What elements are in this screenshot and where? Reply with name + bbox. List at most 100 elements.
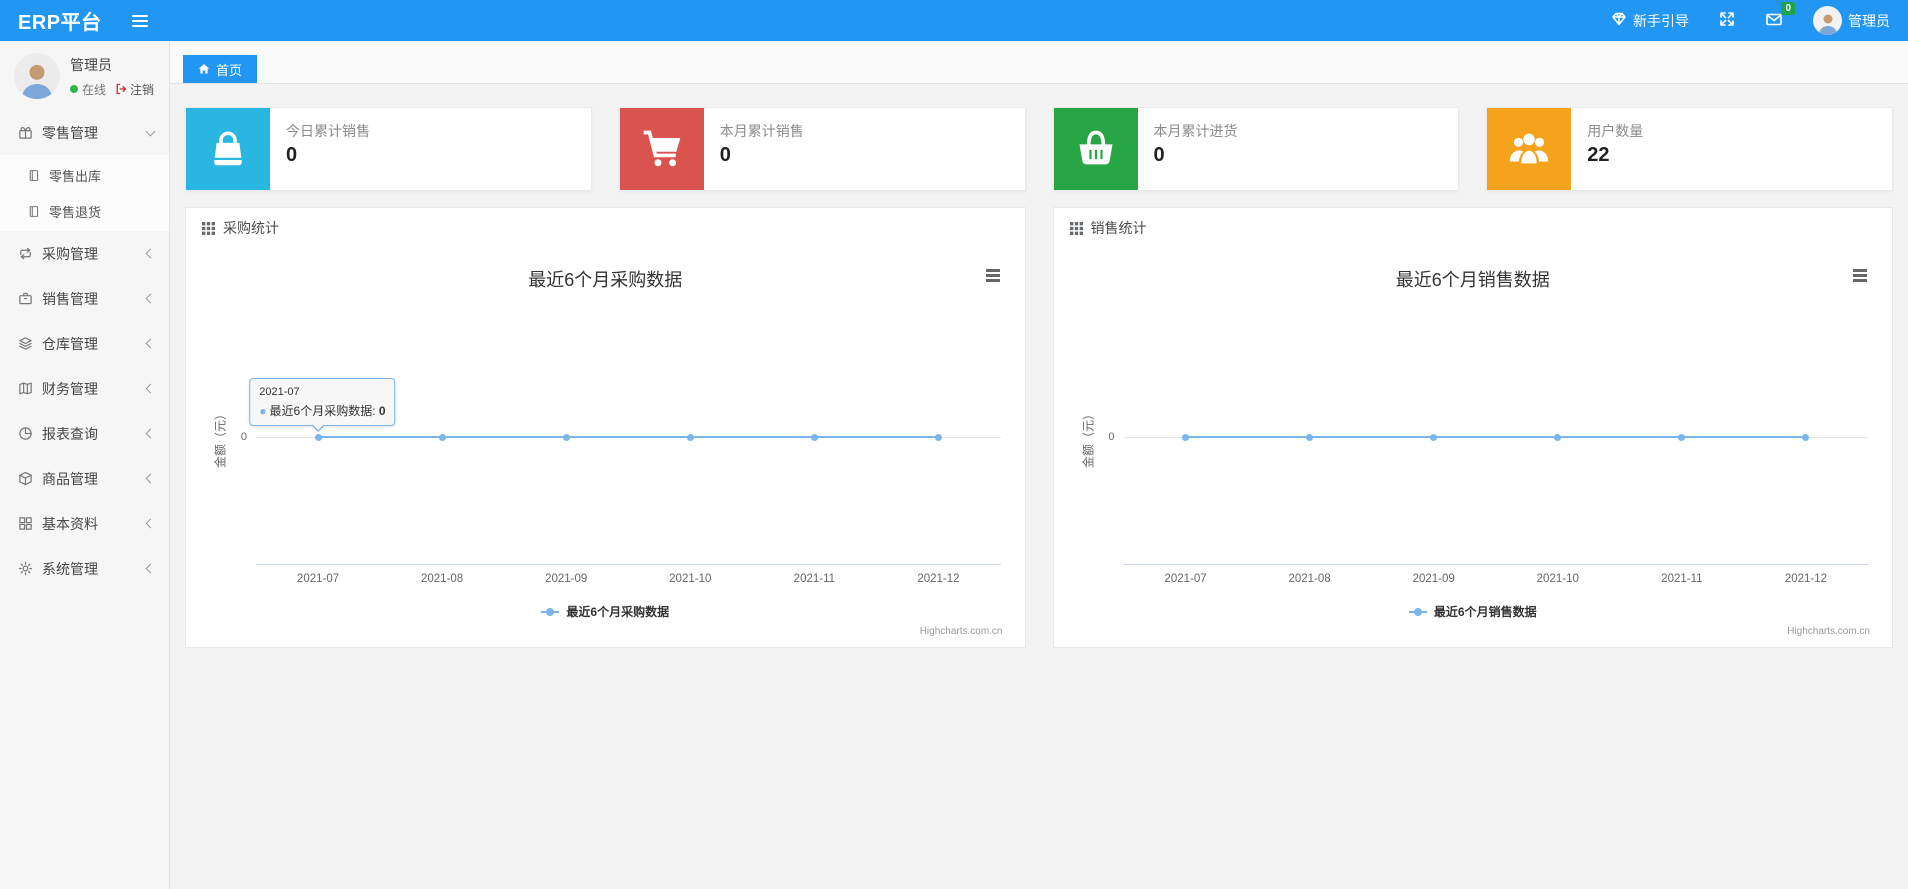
- data-point[interactable]: [810, 433, 818, 441]
- chevron-left-icon: [145, 563, 156, 574]
- x-axis-label: 2021-10: [1536, 573, 1579, 585]
- diamond-icon: [1611, 11, 1627, 30]
- data-point[interactable]: [686, 433, 694, 441]
- chart-menu-button[interactable]: [1850, 266, 1870, 285]
- chevron-left-icon: [145, 518, 156, 529]
- chevron-left-icon: [145, 338, 156, 349]
- message-count-badge: 0: [1781, 2, 1795, 15]
- sidebar-item-basic-data[interactable]: 基本资料: [0, 501, 169, 546]
- y-axis-tick: 0: [1108, 431, 1115, 443]
- sidebar-item-retail[interactable]: 零售管理: [0, 110, 169, 155]
- journal-icon: [29, 169, 39, 181]
- gear-icon: [18, 561, 33, 576]
- plot-area: 0 2021-07 ● 最近6个月采购数据: 0: [241, 310, 1001, 565]
- y-axis-title: 金额（元）: [213, 407, 228, 469]
- y-axis-title: 金额（元）: [1081, 407, 1095, 469]
- panel-title: 销售统计: [1090, 220, 1147, 236]
- sidebar-item-retail-outbound[interactable]: 零售出库: [0, 157, 169, 193]
- th-grid-icon: [1069, 221, 1083, 235]
- messages-button[interactable]: 0: [1765, 2, 1795, 30]
- legend-marker-icon: [541, 607, 560, 616]
- ledger-icon: [19, 382, 32, 395]
- chart-menu-button[interactable]: [983, 266, 1003, 285]
- chevron-left-icon: [145, 428, 156, 439]
- shopping-basket-icon: [1079, 130, 1112, 165]
- repeat-icon: [20, 247, 31, 260]
- sidebar-item-purchase[interactable]: 采购管理: [0, 231, 169, 276]
- tab-strip: 首页: [170, 41, 1908, 84]
- user-avatar: [1813, 6, 1842, 35]
- x-axis-label: 2021-09: [1412, 573, 1455, 585]
- pie-chart-icon: [19, 427, 32, 440]
- top-navbar: ERP平台 新手引导 0 管理员: [0, 0, 1908, 41]
- data-point[interactable]: [1306, 433, 1314, 441]
- data-point[interactable]: [1182, 433, 1190, 441]
- data-points: [1124, 310, 1869, 564]
- x-axis-label: 2021-08: [1288, 573, 1331, 585]
- data-point[interactable]: [1802, 433, 1810, 441]
- x-axis-label: 2021-11: [793, 573, 836, 585]
- fullscreen-button[interactable]: [1719, 11, 1735, 30]
- chart-credits[interactable]: Highcharts.com.cn: [1787, 626, 1870, 637]
- user-menu[interactable]: 管理员: [1813, 6, 1890, 35]
- expand-icon: [1719, 11, 1735, 30]
- x-axis-label: 2021-08: [421, 573, 464, 585]
- data-point[interactable]: [562, 433, 570, 441]
- purchase-chart: 最近6个月采购数据 金额（元） 0 2021-07 ● 最近6个月采购数据: 0…: [186, 248, 1025, 647]
- sidebar-item-finance[interactable]: 财务管理: [0, 366, 169, 411]
- profile-name: 管理员: [70, 56, 112, 73]
- gift-icon: [19, 127, 32, 139]
- briefcase-icon: [19, 292, 32, 305]
- tooltip-bullet-icon: ●: [259, 404, 267, 418]
- logout-button[interactable]: 注销: [115, 81, 154, 98]
- legend-item[interactable]: 最近6个月销售数据: [1054, 603, 1893, 620]
- chart-tooltip: 2021-07 ● 最近6个月采购数据: 0: [249, 378, 396, 432]
- stat-cards-row: 今日累计销售 0 本月累计销售 0 本月累计进货 0 用户数量 22: [185, 107, 1893, 191]
- retail-submenu: 零售出库 零售退货: [0, 155, 169, 231]
- data-point[interactable]: [1554, 433, 1562, 441]
- x-axis-label: 2021-07: [296, 573, 340, 585]
- chart-title: 最近6个月销售数据: [1395, 270, 1550, 290]
- sales-stats-panel: 销售统计 最近6个月销售数据 金额（元） 0 2021-07 2021-08 202…: [1052, 207, 1893, 648]
- stat-card-user-count: 用户数量 22: [1486, 107, 1893, 191]
- data-point[interactable]: [934, 433, 942, 441]
- tooltip-value: 0: [378, 404, 386, 418]
- stat-value: 0: [719, 144, 731, 166]
- stat-label: 本月累计进货: [1153, 123, 1238, 139]
- data-point[interactable]: [438, 433, 446, 441]
- tab-home[interactable]: 首页: [183, 55, 258, 83]
- chart-panels-row: 采购统计 最近6个月采购数据 金额（元） 0 2021-07 ● 最近6个月采购…: [185, 207, 1893, 648]
- sidebar-item-retail-return[interactable]: 零售退货: [0, 193, 169, 229]
- sidebar-item-sales[interactable]: 销售管理: [0, 276, 169, 321]
- box-icon: [19, 471, 32, 486]
- th-grid-icon: [202, 221, 215, 235]
- tooltip-series: 最近6个月采购数据: [269, 404, 373, 418]
- sidebar-item-reports[interactable]: 报表查询: [0, 411, 169, 456]
- x-axis-label: 2021-10: [669, 573, 712, 585]
- sidebar-item-warehouse[interactable]: 仓库管理: [0, 321, 169, 366]
- sidebar-item-system[interactable]: 系统管理: [0, 546, 169, 591]
- profile-avatar: [14, 53, 60, 99]
- sidebar-item-products[interactable]: 商品管理: [0, 456, 169, 501]
- stat-value: 0: [286, 144, 298, 166]
- data-point[interactable]: [1430, 433, 1438, 441]
- x-axis-label: 2021-11: [1661, 573, 1703, 585]
- guide-button[interactable]: 新手引导: [1611, 11, 1689, 31]
- chart-credits[interactable]: Highcharts.com.cn: [920, 626, 1003, 637]
- stat-card-month-sales: 本月累计销售 0: [618, 107, 1026, 191]
- plot-area: 0: [1108, 310, 1869, 565]
- x-axis-labels: 2021-07 2021-08 2021-09 2021-10 2021-11 2021-…: [1124, 573, 1869, 585]
- chart-title: 最近6个月采购数据: [528, 270, 683, 290]
- data-points: [256, 310, 1001, 564]
- sidebar-menu: 零售管理 零售出库 零售退货 采购管理 销售管理 仓库管理 财务管理 报表查询 …: [0, 110, 169, 591]
- sidebar-toggle-button[interactable]: [131, 14, 148, 27]
- chevron-down-icon: [145, 126, 156, 136]
- home-icon: [198, 64, 210, 74]
- data-point[interactable]: [1678, 433, 1686, 441]
- legend-item[interactable]: 最近6个月采购数据: [186, 603, 1025, 620]
- stat-value: 0: [1153, 144, 1165, 166]
- x-axis-label: 2021-09: [545, 573, 588, 585]
- panel-title: 采购统计: [223, 220, 279, 236]
- sidebar: 管理员 在线 注销 零售管理 零售出库 零售退货 采购管理 销售管理 仓库管理 …: [0, 41, 170, 889]
- stat-card-today-sales: 今日累计销售 0: [185, 107, 592, 191]
